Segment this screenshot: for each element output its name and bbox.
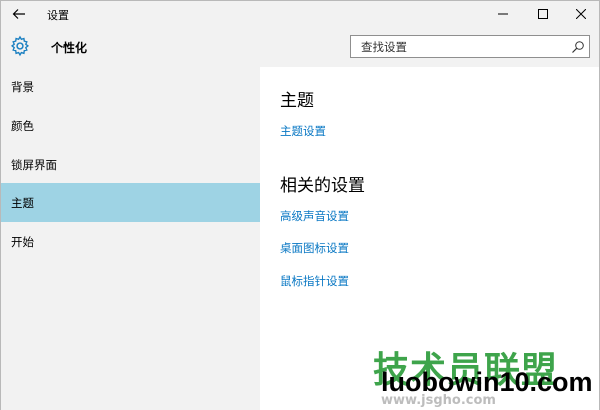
sidebar-item-label: 背景 <box>11 79 34 94</box>
theme-heading: 主题 <box>280 91 314 111</box>
sidebar-item-background[interactable]: 背景 <box>1 67 260 106</box>
gear-icon <box>10 35 30 57</box>
left-pane: 个性化 背景 颜色 锁屏界面 主题 开始 <box>1 27 260 410</box>
back-arrow-icon <box>12 9 25 19</box>
search-icon[interactable] <box>571 40 585 54</box>
search-bar-area: 查找设置 <box>260 27 599 67</box>
settings-window: 设置 个性化 背景 颜色 锁屏界面 主题 开始 查找设置 主题 主题设置 相关的… <box>0 0 600 410</box>
watermark-en2: www.jsgho.com <box>381 393 496 408</box>
advanced-sound-settings-link[interactable]: 高级声音设置 <box>280 208 349 224</box>
page-header: 个性化 <box>1 27 260 67</box>
minimize-icon <box>498 13 508 15</box>
close-icon <box>576 9 586 19</box>
sidebar-item-start[interactable]: 开始 <box>1 222 260 261</box>
back-button[interactable] <box>1 1 37 27</box>
related-settings-heading: 相关的设置 <box>280 176 365 196</box>
sidebar-item-label: 开始 <box>11 234 34 249</box>
sidebar-item-label: 主题 <box>11 195 34 210</box>
maximize-button[interactable] <box>527 1 559 27</box>
maximize-icon <box>538 9 548 19</box>
close-button[interactable] <box>565 1 597 27</box>
title-bar: 设置 <box>1 1 599 27</box>
sidebar-item-label: 颜色 <box>11 118 34 133</box>
search-input[interactable]: 查找设置 <box>350 35 590 58</box>
desktop-icon-settings-link[interactable]: 桌面图标设置 <box>280 240 349 256</box>
theme-settings-link[interactable]: 主题设置 <box>280 123 326 139</box>
app-title: 设置 <box>47 9 69 22</box>
sidebar-item-lock-screen[interactable]: 锁屏界面 <box>1 145 260 184</box>
page-title: 个性化 <box>51 41 88 55</box>
mouse-pointer-settings-link[interactable]: 鼠标指针设置 <box>280 273 349 289</box>
sidebar-item-colors[interactable]: 颜色 <box>1 106 260 145</box>
sidebar-item-themes[interactable]: 主题 <box>1 183 260 222</box>
sidebar-item-label: 锁屏界面 <box>11 157 57 172</box>
minimize-button[interactable] <box>487 1 519 27</box>
search-placeholder: 查找设置 <box>361 39 407 54</box>
